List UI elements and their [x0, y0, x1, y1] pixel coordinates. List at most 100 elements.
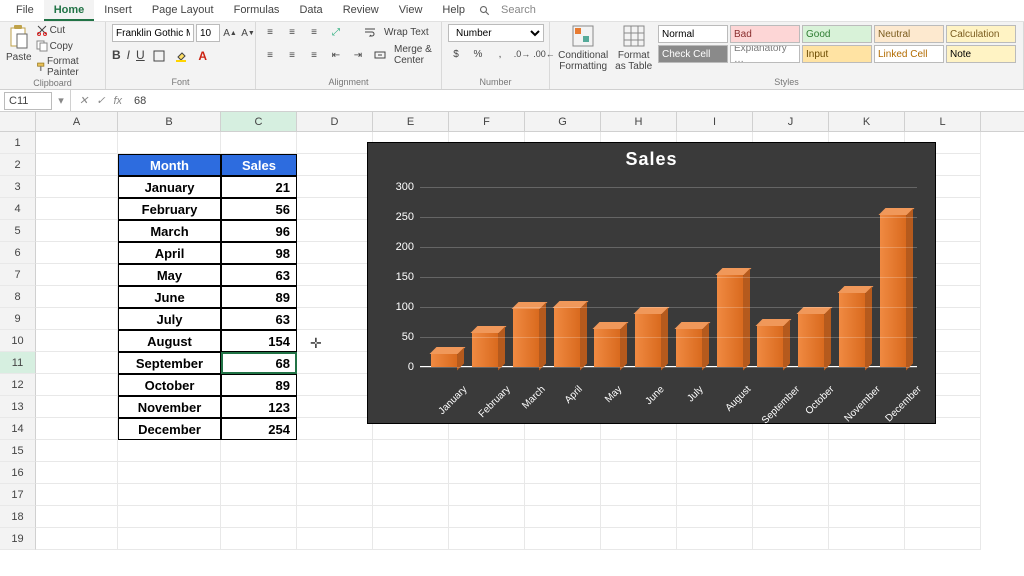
row-header[interactable]: 2 — [0, 154, 36, 176]
cell-C11[interactable]: 68 — [221, 352, 297, 374]
number-format-select[interactable]: Number — [448, 24, 544, 42]
row-header[interactable]: 5 — [0, 220, 36, 242]
cell-C4[interactable]: 56 — [221, 198, 297, 220]
cell-J16[interactable] — [753, 462, 829, 484]
cell-B3[interactable]: January — [118, 176, 221, 198]
cell-B7[interactable]: May — [118, 264, 221, 286]
search-icon[interactable] — [479, 5, 491, 17]
cell-C12[interactable]: 89 — [221, 374, 297, 396]
cell-A4[interactable] — [36, 198, 118, 220]
worksheet-grid[interactable]: ABCDEFGHIJKL 12MonthSales3January214Febr… — [0, 112, 1024, 576]
cell-I18[interactable] — [677, 506, 753, 528]
col-header-K[interactable]: K — [829, 112, 905, 131]
select-all-corner[interactable] — [0, 112, 36, 131]
cell-D19[interactable] — [297, 528, 373, 550]
paste-button[interactable]: Paste — [6, 52, 32, 63]
decrease-font-icon[interactable]: A▼ — [240, 25, 256, 41]
row-header[interactable]: 1 — [0, 132, 36, 154]
cell-I19[interactable] — [677, 528, 753, 550]
cell-A14[interactable] — [36, 418, 118, 440]
formula-input[interactable]: 68 — [126, 95, 1024, 107]
col-header-L[interactable]: L — [905, 112, 981, 131]
align-right-icon[interactable]: ≡ — [306, 47, 322, 63]
cell-C2[interactable]: Sales — [221, 154, 297, 176]
italic-button[interactable]: I — [127, 48, 130, 64]
cell-E18[interactable] — [373, 506, 449, 528]
cell-D16[interactable] — [297, 462, 373, 484]
bold-button[interactable]: B — [112, 48, 121, 64]
cell-A17[interactable] — [36, 484, 118, 506]
cell-D5[interactable] — [297, 220, 373, 242]
menu-data[interactable]: Data — [289, 0, 332, 21]
cell-D17[interactable] — [297, 484, 373, 506]
col-header-B[interactable]: B — [118, 112, 221, 131]
menu-review[interactable]: Review — [333, 0, 389, 21]
cell-A2[interactable] — [36, 154, 118, 176]
fx-icon[interactable]: fx — [109, 95, 126, 107]
row-header[interactable]: 9 — [0, 308, 36, 330]
style-cell[interactable]: Note — [946, 45, 1016, 63]
cell-D8[interactable] — [297, 286, 373, 308]
cell-H17[interactable] — [601, 484, 677, 506]
cell-D9[interactable] — [297, 308, 373, 330]
underline-button[interactable]: U — [136, 48, 145, 64]
cell-A15[interactable] — [36, 440, 118, 462]
fill-color-icon[interactable] — [173, 48, 189, 64]
cell-L15[interactable] — [905, 440, 981, 462]
align-left-icon[interactable]: ≡ — [262, 47, 278, 63]
cell-B19[interactable] — [118, 528, 221, 550]
row-header[interactable]: 11 — [0, 352, 36, 374]
bar-november[interactable] — [839, 293, 865, 367]
row-header[interactable]: 19 — [0, 528, 36, 550]
conditional-formatting-icon[interactable] — [571, 24, 595, 48]
menu-home[interactable]: Home — [44, 0, 95, 21]
cell-A5[interactable] — [36, 220, 118, 242]
menu-insert[interactable]: Insert — [94, 0, 142, 21]
menu-file[interactable]: File — [6, 0, 44, 21]
cell-D14[interactable] — [297, 418, 373, 440]
cell-C7[interactable]: 63 — [221, 264, 297, 286]
row-header[interactable]: 12 — [0, 374, 36, 396]
copy-button[interactable]: Copy — [50, 41, 73, 52]
bar-september[interactable] — [757, 326, 783, 367]
cell-A9[interactable] — [36, 308, 118, 330]
font-name-input[interactable] — [112, 24, 194, 42]
cell-A19[interactable] — [36, 528, 118, 550]
increase-font-icon[interactable]: A▲ — [222, 25, 238, 41]
row-header[interactable]: 4 — [0, 198, 36, 220]
cell-D6[interactable] — [297, 242, 373, 264]
cell-J17[interactable] — [753, 484, 829, 506]
cell-C13[interactable]: 123 — [221, 396, 297, 418]
menu-search[interactable]: Search — [491, 0, 546, 21]
style-cell[interactable]: Bad — [730, 25, 800, 43]
menu-view[interactable]: View — [389, 0, 433, 21]
cell-G19[interactable] — [525, 528, 601, 550]
cell-C17[interactable] — [221, 484, 297, 506]
col-header-D[interactable]: D — [297, 112, 373, 131]
cell-E17[interactable] — [373, 484, 449, 506]
col-header-H[interactable]: H — [601, 112, 677, 131]
cell-A8[interactable] — [36, 286, 118, 308]
embedded-chart[interactable]: Sales JanuaryFebruaryMarchAprilMayJuneJu… — [367, 142, 936, 424]
name-box[interactable]: C11 — [4, 92, 52, 110]
cell-I17[interactable] — [677, 484, 753, 506]
cell-G16[interactable] — [525, 462, 601, 484]
cell-E15[interactable] — [373, 440, 449, 462]
cell-D13[interactable] — [297, 396, 373, 418]
cell-D3[interactable] — [297, 176, 373, 198]
col-header-C[interactable]: C — [221, 112, 297, 131]
cell-J15[interactable] — [753, 440, 829, 462]
format-table-button[interactable]: Format as Table — [614, 50, 653, 72]
cell-J19[interactable] — [753, 528, 829, 550]
menu-formulas[interactable]: Formulas — [224, 0, 290, 21]
cell-B10[interactable]: August — [118, 330, 221, 352]
col-header-G[interactable]: G — [525, 112, 601, 131]
style-cell[interactable]: Check Cell — [658, 45, 728, 63]
format-painter-icon[interactable] — [36, 61, 45, 73]
cell-D15[interactable] — [297, 440, 373, 462]
cell-G18[interactable] — [525, 506, 601, 528]
indent-dec-icon[interactable]: ⇤ — [328, 47, 344, 63]
enter-icon[interactable]: ✓ — [92, 94, 109, 107]
align-middle-icon[interactable]: ≡ — [284, 24, 300, 40]
bar-may[interactable] — [594, 329, 620, 367]
